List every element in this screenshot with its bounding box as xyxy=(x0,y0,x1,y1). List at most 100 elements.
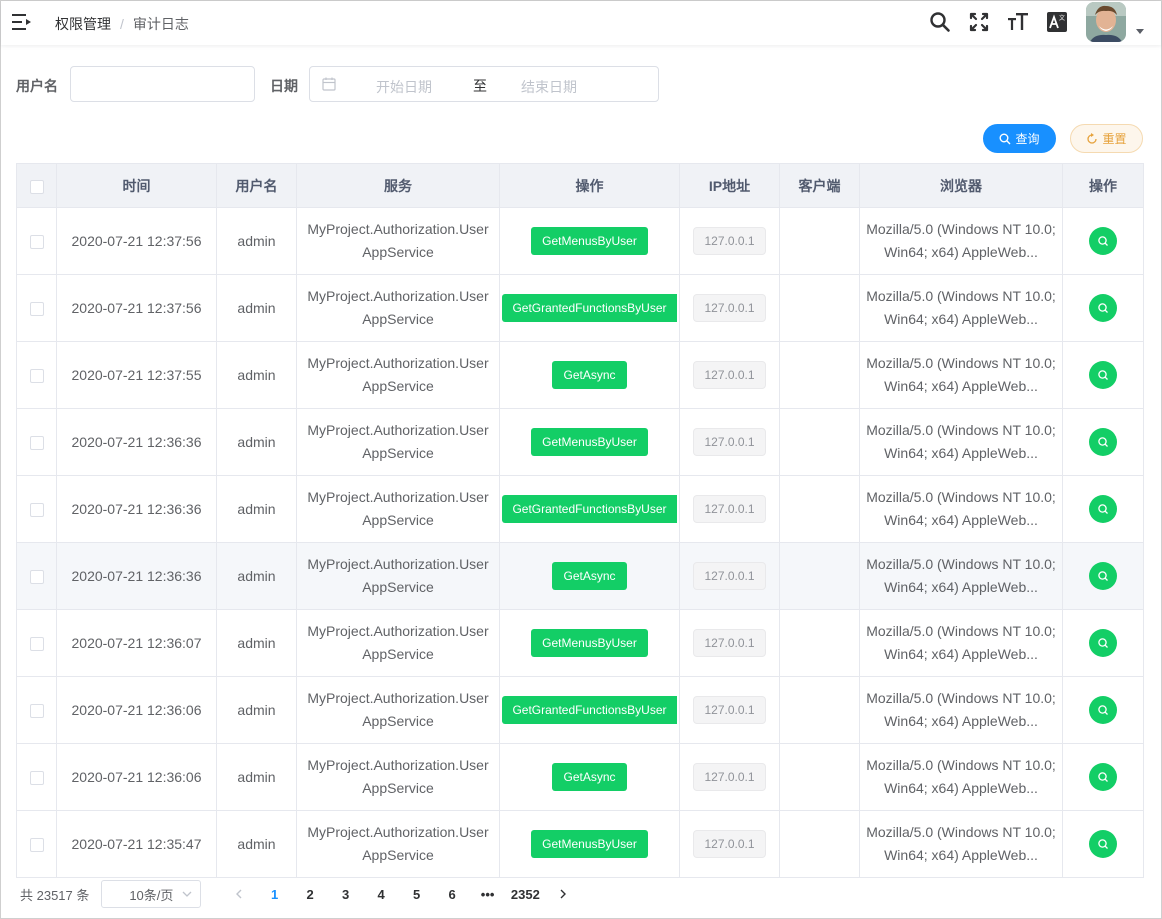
avatar-image xyxy=(1086,2,1126,42)
start-date-input[interactable]: 开始日期 xyxy=(376,77,432,97)
row-checkbox[interactable] xyxy=(29,569,44,584)
cell-browser: Mozilla/5.0 (Windows NT 10.0; Win64; x64… xyxy=(859,341,1063,409)
audit-log-table: 时间 用户名 服务 操作 IP地址 客户端 浏览器 操作 2020-07-21 … xyxy=(16,163,1144,878)
row-checkbox[interactable] xyxy=(29,837,44,852)
table-row[interactable]: 2020-07-21 12:37:55 admin MyProject.Author… xyxy=(16,341,1144,409)
view-detail-button[interactable] xyxy=(1089,830,1117,858)
select-all-checkbox[interactable] xyxy=(29,179,44,194)
search-icon xyxy=(1098,772,1108,782)
view-detail-button[interactable] xyxy=(1089,294,1117,322)
username-input[interactable] xyxy=(70,66,255,102)
view-detail-button[interactable] xyxy=(1089,562,1117,590)
breadcrumb-item-permissions[interactable]: 权限管理 xyxy=(55,14,111,34)
total-count: 共 23517 条 xyxy=(20,887,90,903)
cell-username: admin xyxy=(216,676,297,744)
service-name: MyProject.Authorization.User AppService xyxy=(307,623,489,662)
view-detail-button[interactable] xyxy=(1089,763,1117,791)
page-size-select[interactable]: 10条/页 xyxy=(101,880,202,908)
row-checkbox[interactable] xyxy=(29,234,44,249)
search-icon[interactable] xyxy=(929,11,951,33)
view-detail-button[interactable] xyxy=(1089,227,1117,255)
cell-actions xyxy=(1062,542,1144,610)
translate-icon[interactable]: 文 xyxy=(1046,11,1068,33)
cell-browser: Mozilla/5.0 (Windows NT 10.0; Win64; x64… xyxy=(859,810,1063,878)
page-item-4[interactable]: 4 xyxy=(363,887,399,902)
end-date-input[interactable]: 结束日期 xyxy=(521,77,577,97)
reset-button[interactable]: 重置 xyxy=(1070,124,1143,153)
table-row[interactable]: 2020-07-21 12:37:56 admin MyProject.Author… xyxy=(16,207,1144,275)
cell-time: 2020-07-21 12:36:36 xyxy=(56,542,217,610)
cell-service: MyProject.Authorization.User AppService xyxy=(296,676,500,744)
row-checkbox[interactable] xyxy=(29,502,44,517)
row-checkbox[interactable] xyxy=(29,301,44,316)
operation-tag: GetAsync xyxy=(552,562,627,590)
page-ellipsis[interactable]: ••• xyxy=(470,887,506,902)
refresh-icon xyxy=(1087,132,1098,144)
service-name: MyProject.Authorization.User AppService xyxy=(307,422,489,461)
view-detail-button[interactable] xyxy=(1089,696,1117,724)
prev-page-button[interactable] xyxy=(221,887,257,902)
search-icon xyxy=(1098,236,1108,246)
cell-browser: Mozilla/5.0 (Windows NT 10.0; Win64; x64… xyxy=(859,609,1063,677)
column-header-ip: IP地址 xyxy=(679,163,780,208)
ip-tag: 127.0.0.1 xyxy=(693,495,766,523)
fullscreen-icon[interactable] xyxy=(968,11,990,33)
table-row[interactable]: 2020-07-21 12:36:36 admin MyProject.Author… xyxy=(16,542,1144,610)
row-checkbox[interactable] xyxy=(29,636,44,651)
page-item-2[interactable]: 2 xyxy=(292,887,328,902)
table-row[interactable]: 2020-07-21 12:36:06 admin MyProject.Author… xyxy=(16,743,1144,811)
page-item-last[interactable]: 2352 xyxy=(505,887,545,902)
hamburger-icon[interactable] xyxy=(12,13,32,31)
chevron-down-icon[interactable] xyxy=(1136,29,1144,34)
column-header-time: 时间 xyxy=(56,163,217,208)
page-item-1[interactable]: 1 xyxy=(257,887,293,902)
table-row[interactable]: 2020-07-21 12:35:47 admin MyProject.Author… xyxy=(16,810,1144,878)
search-icon xyxy=(1098,303,1108,313)
cell-client xyxy=(779,341,860,409)
row-checkbox[interactable] xyxy=(29,435,44,450)
table-row[interactable]: 2020-07-21 12:36:07 admin MyProject.Author… xyxy=(16,609,1144,677)
row-checkbox[interactable] xyxy=(29,703,44,718)
view-detail-button[interactable] xyxy=(1089,361,1117,389)
view-detail-button[interactable] xyxy=(1089,428,1117,456)
next-page-button[interactable] xyxy=(545,887,581,902)
cell-client xyxy=(779,810,860,878)
cell-ip: 127.0.0.1 xyxy=(679,676,780,744)
table-row[interactable]: 2020-07-21 12:36:36 admin MyProject.Author… xyxy=(16,408,1144,476)
browser-user-agent: Mozilla/5.0 (Windows NT 10.0; Win64; x64… xyxy=(866,221,1056,260)
operation-tag: GetMenusByUser xyxy=(531,830,648,858)
page-item-5[interactable]: 5 xyxy=(399,887,435,902)
date-range-picker[interactable]: 开始日期 至 结束日期 xyxy=(309,66,659,102)
cell-ip: 127.0.0.1 xyxy=(679,207,780,275)
operation-tag: GetMenusByUser xyxy=(531,629,648,657)
cell-actions xyxy=(1062,475,1144,543)
table-header-row: 时间 用户名 服务 操作 IP地址 客户端 浏览器 操作 xyxy=(16,163,1144,208)
cell-time: 2020-07-21 12:36:06 xyxy=(56,676,217,744)
cell-actions xyxy=(1062,408,1144,476)
svg-text:文: 文 xyxy=(1059,14,1065,22)
page-item-3[interactable]: 3 xyxy=(328,887,364,902)
cell-client xyxy=(779,676,860,744)
avatar[interactable] xyxy=(1086,2,1126,42)
cell-actions xyxy=(1062,207,1144,275)
cell-service: MyProject.Authorization.User AppService xyxy=(296,810,500,878)
view-detail-button[interactable] xyxy=(1089,495,1117,523)
search-icon xyxy=(1098,504,1108,514)
table-row[interactable]: 2020-07-21 12:36:36 admin MyProject.Author… xyxy=(16,475,1144,543)
view-detail-button[interactable] xyxy=(1089,629,1117,657)
font-size-icon[interactable] xyxy=(1007,11,1029,33)
page-item-6[interactable]: 6 xyxy=(434,887,470,902)
calendar-icon xyxy=(322,77,336,91)
query-button[interactable]: 查询 xyxy=(983,124,1056,153)
column-header-operation: 操作 xyxy=(499,163,680,208)
row-checkbox[interactable] xyxy=(29,368,44,383)
cell-username: admin xyxy=(216,609,297,677)
row-checkbox[interactable] xyxy=(29,770,44,785)
cell-username: admin xyxy=(216,542,297,610)
row-select-cell xyxy=(16,676,57,744)
operation-tag: GetMenusByUser xyxy=(531,428,648,456)
table-row[interactable]: 2020-07-21 12:36:06 admin MyProject.Author… xyxy=(16,676,1144,744)
cell-operation: GetGrantedFunctionsByUser xyxy=(499,274,680,342)
cell-actions xyxy=(1062,743,1144,811)
table-row[interactable]: 2020-07-21 12:37:56 admin MyProject.Author… xyxy=(16,274,1144,342)
